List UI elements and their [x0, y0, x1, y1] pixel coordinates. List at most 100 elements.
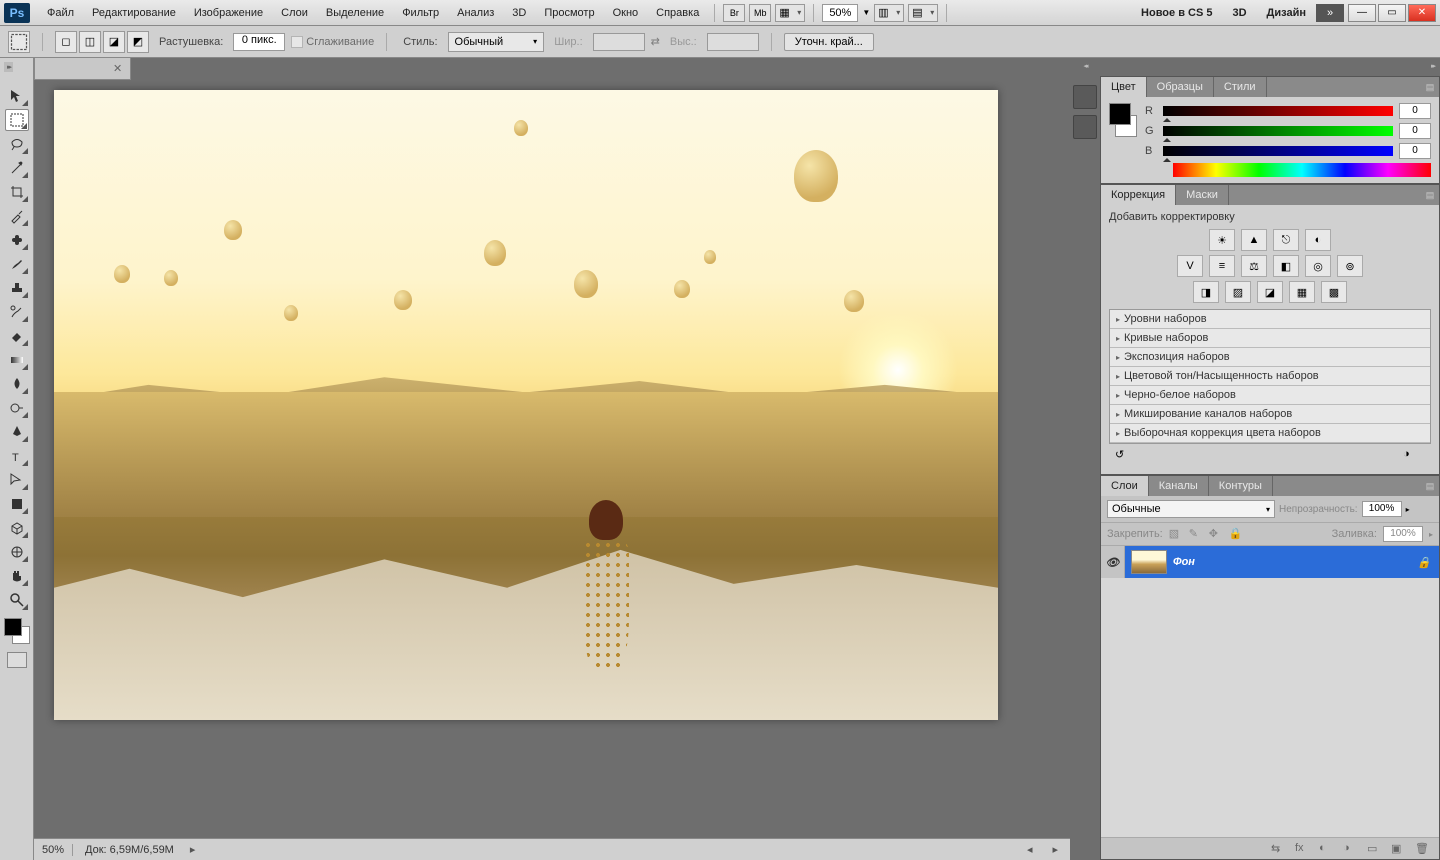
current-tool-icon[interactable]	[8, 31, 30, 53]
marquee-tool[interactable]	[5, 109, 29, 131]
adj-reset-icon[interactable]: ↺	[1115, 448, 1137, 464]
document-tab[interactable]: ✕	[34, 58, 131, 80]
status-zoom[interactable]: 50%	[42, 844, 73, 856]
workspace-more-icon[interactable]: »	[1316, 4, 1344, 22]
window-minimize[interactable]: —	[1348, 4, 1376, 22]
threshold-icon[interactable]: ◪	[1257, 281, 1283, 303]
eyedropper-tool[interactable]	[5, 205, 29, 227]
selection-new-icon[interactable]: ◻	[55, 31, 77, 53]
bridge-icon[interactable]: Br	[723, 4, 745, 22]
zoom-tool[interactable]	[5, 589, 29, 611]
style-select[interactable]: Обычный	[448, 32, 545, 52]
r-value[interactable]: 0	[1399, 103, 1431, 119]
extras-dropdown[interactable]: ▤	[908, 4, 938, 22]
lock-pixels-icon[interactable]: ✎	[1189, 527, 1203, 541]
lock-transparency-icon[interactable]: ▧	[1169, 527, 1183, 541]
status-menu-icon[interactable]: ▸	[186, 843, 200, 856]
tab-color[interactable]: Цвет	[1101, 77, 1147, 97]
panel-color-swatch[interactable]	[1109, 103, 1137, 137]
scroll-right-icon[interactable]: ▸	[1048, 843, 1062, 856]
menu-window[interactable]: Окно	[604, 3, 648, 23]
tab-channels[interactable]: Каналы	[1149, 476, 1209, 496]
menu-edit[interactable]: Редактирование	[83, 3, 185, 23]
vibrance-icon[interactable]: V	[1177, 255, 1203, 277]
fill-input[interactable]: 100%	[1383, 526, 1423, 542]
lock-position-icon[interactable]: ✥	[1209, 527, 1223, 541]
crop-tool[interactable]	[5, 181, 29, 203]
workspace-design[interactable]: Дизайн	[1257, 3, 1316, 23]
healing-tool[interactable]	[5, 229, 29, 251]
history-brush-tool[interactable]	[5, 301, 29, 323]
menu-image[interactable]: Изображение	[185, 3, 272, 23]
chevron-icon[interactable]: ▸	[1429, 530, 1433, 539]
eraser-tool[interactable]	[5, 325, 29, 347]
dodge-tool[interactable]	[5, 397, 29, 419]
panel-menu-icon[interactable]: ▤	[1421, 77, 1439, 97]
zoom-level[interactable]: 50%	[822, 4, 858, 22]
visibility-toggle[interactable]: 👁	[1101, 546, 1125, 578]
3d-tool[interactable]	[5, 517, 29, 539]
preset-hue[interactable]: Цветовой тон/Насыщенность наборов	[1110, 367, 1430, 386]
b-value[interactable]: 0	[1399, 143, 1431, 159]
scroll-left-icon[interactable]: ◂	[1023, 843, 1037, 856]
selection-subtract-icon[interactable]: ◪	[103, 31, 125, 53]
photo-filter-icon[interactable]: ◎	[1305, 255, 1331, 277]
bw-icon[interactable]: ◧	[1273, 255, 1299, 277]
history-panel-icon[interactable]	[1073, 85, 1097, 109]
layer-mask-icon[interactable]: ◐	[1319, 842, 1335, 856]
brightness-icon[interactable]: ☀	[1209, 229, 1235, 251]
menu-view[interactable]: Просмотр	[535, 3, 603, 23]
path-tool[interactable]	[5, 469, 29, 491]
type-tool[interactable]: T	[5, 445, 29, 467]
layer-thumbnail[interactable]	[1131, 550, 1167, 574]
menu-3d[interactable]: 3D	[503, 3, 535, 23]
lasso-tool[interactable]	[5, 133, 29, 155]
levels-icon[interactable]: ▲	[1241, 229, 1267, 251]
3d-camera-tool[interactable]	[5, 541, 29, 563]
g-value[interactable]: 0	[1399, 123, 1431, 139]
preset-curves[interactable]: Кривые наборов	[1110, 329, 1430, 348]
adjustment-layer-icon[interactable]: ◑	[1343, 842, 1359, 856]
blend-mode-select[interactable]: Обычные	[1107, 500, 1275, 518]
actions-panel-icon[interactable]	[1073, 115, 1097, 139]
link-layers-icon[interactable]: ⇆	[1271, 842, 1287, 856]
r-slider[interactable]	[1163, 106, 1393, 116]
window-maximize[interactable]: ▭	[1378, 4, 1406, 22]
preset-channel[interactable]: Микширование каналов наборов	[1110, 405, 1430, 424]
chevron-icon[interactable]: ▸	[1406, 505, 1410, 514]
arrange-dropdown[interactable]: ▥	[874, 4, 904, 22]
menu-analysis[interactable]: Анализ	[448, 3, 503, 23]
exposure-icon[interactable]: ◐	[1305, 229, 1331, 251]
menu-help[interactable]: Справка	[647, 3, 708, 23]
g-slider[interactable]	[1163, 126, 1393, 136]
brush-tool[interactable]	[5, 253, 29, 275]
gradient-map-icon[interactable]: ▦	[1289, 281, 1315, 303]
panel-menu-icon[interactable]: ▤	[1421, 476, 1439, 496]
workspace-new[interactable]: Новое в CS 5	[1131, 3, 1222, 23]
hand-tool[interactable]	[5, 565, 29, 587]
selection-intersect-icon[interactable]: ◩	[127, 31, 149, 53]
posterize-icon[interactable]: ▨	[1225, 281, 1251, 303]
move-tool[interactable]	[5, 85, 29, 107]
tab-masks[interactable]: Маски	[1176, 185, 1229, 205]
foreground-color[interactable]	[4, 618, 22, 636]
menu-file[interactable]: Файл	[38, 3, 83, 23]
tab-styles[interactable]: Стили	[1214, 77, 1267, 97]
layer-group-icon[interactable]: ▭	[1367, 842, 1383, 856]
adj-clip-icon[interactable]: ◑	[1403, 448, 1425, 464]
new-layer-icon[interactable]: ▣	[1391, 842, 1407, 856]
blur-tool[interactable]	[5, 373, 29, 395]
menu-layer[interactable]: Слои	[272, 3, 317, 23]
menu-filter[interactable]: Фильтр	[393, 3, 448, 23]
tab-layers[interactable]: Слои	[1101, 476, 1149, 496]
layer-fx-icon[interactable]: fx	[1295, 842, 1311, 856]
tab-swatches[interactable]: Образцы	[1147, 77, 1214, 97]
layer-row-background[interactable]: 👁 Фон 🔒	[1101, 546, 1439, 578]
quickmask-toggle[interactable]	[7, 652, 27, 668]
screen-mode-dropdown[interactable]: ▦	[775, 4, 805, 22]
preset-exposure[interactable]: Экспозиция наборов	[1110, 348, 1430, 367]
opacity-input[interactable]: 100%	[1362, 501, 1402, 517]
minibridge-icon[interactable]: Mb	[749, 4, 771, 22]
window-close[interactable]: ✕	[1408, 4, 1436, 22]
menu-select[interactable]: Выделение	[317, 3, 393, 23]
